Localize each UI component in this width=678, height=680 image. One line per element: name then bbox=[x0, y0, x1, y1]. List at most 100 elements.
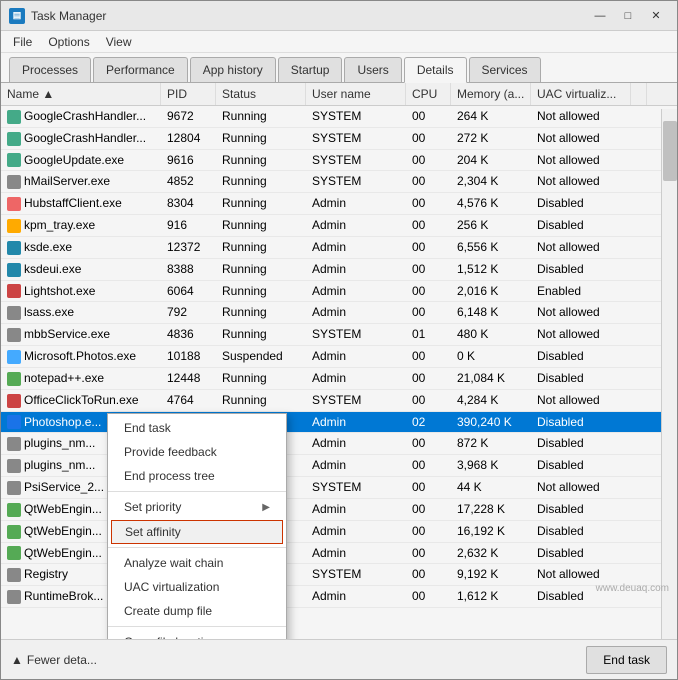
table-row[interactable]: notepad++.exe 12448 Running Admin 00 21,… bbox=[1, 368, 677, 390]
table-row[interactable]: GoogleCrashHandler... 9672 Running SYSTE… bbox=[1, 106, 677, 128]
ctx-end-task[interactable]: End task bbox=[108, 416, 286, 440]
maximize-button[interactable]: □ bbox=[615, 6, 641, 26]
cell-memory: 2,016 K bbox=[451, 281, 531, 302]
cell-name: mbbService.exe bbox=[1, 324, 161, 345]
ctx-open-file-location[interactable]: Open file location bbox=[108, 630, 286, 639]
col-status[interactable]: Status bbox=[216, 83, 306, 105]
cell-pid: 12804 bbox=[161, 128, 216, 149]
table-row[interactable]: GoogleUpdate.exe 9616 Running SYSTEM 00 … bbox=[1, 150, 677, 172]
fewer-details-label: Fewer deta... bbox=[27, 653, 97, 667]
cell-uac: Not allowed bbox=[531, 237, 631, 258]
ctx-end-process-tree[interactable]: End process tree bbox=[108, 464, 286, 488]
tab-details[interactable]: Details bbox=[404, 57, 467, 83]
end-task-button[interactable]: End task bbox=[586, 646, 667, 674]
cell-uac: Disabled bbox=[531, 543, 631, 564]
cell-user: Admin bbox=[306, 543, 406, 564]
menu-view[interactable]: View bbox=[98, 33, 140, 51]
table-row[interactable]: QtWebEngin... Admin 00 16,192 K Disabled bbox=[1, 521, 677, 543]
col-pid[interactable]: PID bbox=[161, 83, 216, 105]
ctx-uac-virtualization[interactable]: UAC virtualization bbox=[108, 575, 286, 599]
ctx-provide-feedback[interactable]: Provide feedback bbox=[108, 440, 286, 464]
ctx-create-dump-file[interactable]: Create dump file bbox=[108, 599, 286, 623]
cell-uac: Not allowed bbox=[531, 477, 631, 498]
cell-memory: 872 K bbox=[451, 433, 531, 454]
cell-name: GoogleCrashHandler... bbox=[1, 106, 161, 127]
tab-processes[interactable]: Processes bbox=[9, 57, 91, 82]
menu-file[interactable]: File bbox=[5, 33, 40, 51]
cell-user: Admin bbox=[306, 346, 406, 367]
cell-cpu: 00 bbox=[406, 455, 451, 476]
cell-status: Running bbox=[216, 171, 306, 192]
cell-cpu: 00 bbox=[406, 237, 451, 258]
cell-cpu: 00 bbox=[406, 564, 451, 585]
table-row[interactable]: hMailServer.exe 4852 Running SYSTEM 00 2… bbox=[1, 171, 677, 193]
table-row[interactable]: Lightshot.exe 6064 Running Admin 00 2,01… bbox=[1, 281, 677, 303]
tab-startup[interactable]: Startup bbox=[278, 57, 343, 82]
table-row[interactable]: kpm_tray.exe 916 Running Admin 00 256 K … bbox=[1, 215, 677, 237]
ctx-analyze-wait-chain[interactable]: Analyze wait chain bbox=[108, 551, 286, 575]
tab-services[interactable]: Services bbox=[469, 57, 541, 82]
tab-performance[interactable]: Performance bbox=[93, 57, 188, 82]
cell-cpu: 00 bbox=[406, 433, 451, 454]
table-row[interactable]: GoogleCrashHandler... 12804 Running SYST… bbox=[1, 128, 677, 150]
window-title: Task Manager bbox=[31, 9, 106, 23]
table-row[interactable]: mbbService.exe 4836 Running SYSTEM 01 48… bbox=[1, 324, 677, 346]
cell-uac: Disabled bbox=[531, 368, 631, 389]
title-bar: ▤ Task Manager — □ ✕ bbox=[1, 1, 677, 31]
cell-memory: 2,304 K bbox=[451, 171, 531, 192]
cell-memory: 3,968 K bbox=[451, 455, 531, 476]
menu-options[interactable]: Options bbox=[40, 33, 97, 51]
table-row[interactable]: lsass.exe 792 Running Admin 00 6,148 K N… bbox=[1, 302, 677, 324]
table-row[interactable]: ksde.exe 12372 Running Admin 00 6,556 K … bbox=[1, 237, 677, 259]
cell-uac: Not allowed bbox=[531, 150, 631, 171]
cell-pid: 8304 bbox=[161, 193, 216, 214]
cell-status: Running bbox=[216, 302, 306, 323]
table-row[interactable]: Microsoft.Photos.exe 10188 Suspended Adm… bbox=[1, 346, 677, 368]
ctx-set-affinity[interactable]: Set affinity bbox=[111, 520, 283, 544]
table-row[interactable]: plugins_nm... Admin 00 3,968 K Disabled bbox=[1, 455, 677, 477]
table-row[interactable]: QtWebEngin... Admin 00 17,228 K Disabled bbox=[1, 499, 677, 521]
cell-cpu: 00 bbox=[406, 368, 451, 389]
cell-memory: 272 K bbox=[451, 128, 531, 149]
cell-uac: Disabled bbox=[531, 193, 631, 214]
col-name[interactable]: Name ▲ bbox=[1, 83, 161, 105]
main-content: Name ▲ PID Status User name CPU Memory (… bbox=[1, 83, 677, 639]
cell-user: Admin bbox=[306, 193, 406, 214]
cell-cpu: 00 bbox=[406, 193, 451, 214]
process-table: Name ▲ PID Status User name CPU Memory (… bbox=[1, 83, 677, 639]
cell-memory: 4,576 K bbox=[451, 193, 531, 214]
scrollbar-thumb[interactable] bbox=[663, 121, 677, 181]
col-memory[interactable]: Memory (a... bbox=[451, 83, 531, 105]
minimize-button[interactable]: — bbox=[587, 6, 613, 26]
fewer-details-button[interactable]: ▲ Fewer deta... bbox=[11, 653, 97, 667]
col-cpu[interactable]: CPU bbox=[406, 83, 451, 105]
cell-cpu: 00 bbox=[406, 215, 451, 236]
table-row[interactable]: ksdeui.exe 8388 Running Admin 00 1,512 K… bbox=[1, 259, 677, 281]
scrollbar-track[interactable] bbox=[661, 109, 677, 639]
table-row[interactable]: PsiService_2... SYSTEM 00 44 K Not allow… bbox=[1, 477, 677, 499]
table-row[interactable]: OfficeClickToRun.exe 4764 Running SYSTEM… bbox=[1, 390, 677, 412]
cell-user: Admin bbox=[306, 433, 406, 454]
cell-cpu: 00 bbox=[406, 106, 451, 127]
table-row-selected[interactable]: Photoshop.e... Admin 02 390,240 K Disabl… bbox=[1, 412, 677, 434]
tab-app-history[interactable]: App history bbox=[190, 57, 276, 82]
cell-name: ksde.exe bbox=[1, 237, 161, 258]
table-row[interactable]: QtWebEngin... Admin 00 2,632 K Disabled bbox=[1, 543, 677, 565]
table-row[interactable]: Registry SYSTEM 00 9,192 K Not allowed bbox=[1, 564, 677, 586]
tab-users[interactable]: Users bbox=[344, 57, 401, 82]
col-user[interactable]: User name bbox=[306, 83, 406, 105]
table-row[interactable]: HubstaffClient.exe 8304 Running Admin 00… bbox=[1, 193, 677, 215]
col-uac[interactable]: UAC virtualiz... bbox=[531, 83, 631, 105]
close-button[interactable]: ✕ bbox=[643, 6, 669, 26]
ctx-set-priority[interactable]: Set priority ▶ bbox=[108, 495, 286, 519]
cell-name: GoogleUpdate.exe bbox=[1, 150, 161, 171]
cell-uac: Disabled bbox=[531, 412, 631, 433]
table-row[interactable]: RuntimeBrok... Admin 00 1,612 K Disabled bbox=[1, 586, 677, 608]
cell-uac: Not allowed bbox=[531, 106, 631, 127]
cell-status: Running bbox=[216, 281, 306, 302]
table-row[interactable]: plugins_nm... Admin 00 872 K Disabled bbox=[1, 433, 677, 455]
cell-uac: Not allowed bbox=[531, 390, 631, 411]
app-icon: ▤ bbox=[9, 8, 25, 24]
cell-name: OfficeClickToRun.exe bbox=[1, 390, 161, 411]
cell-cpu: 00 bbox=[406, 281, 451, 302]
